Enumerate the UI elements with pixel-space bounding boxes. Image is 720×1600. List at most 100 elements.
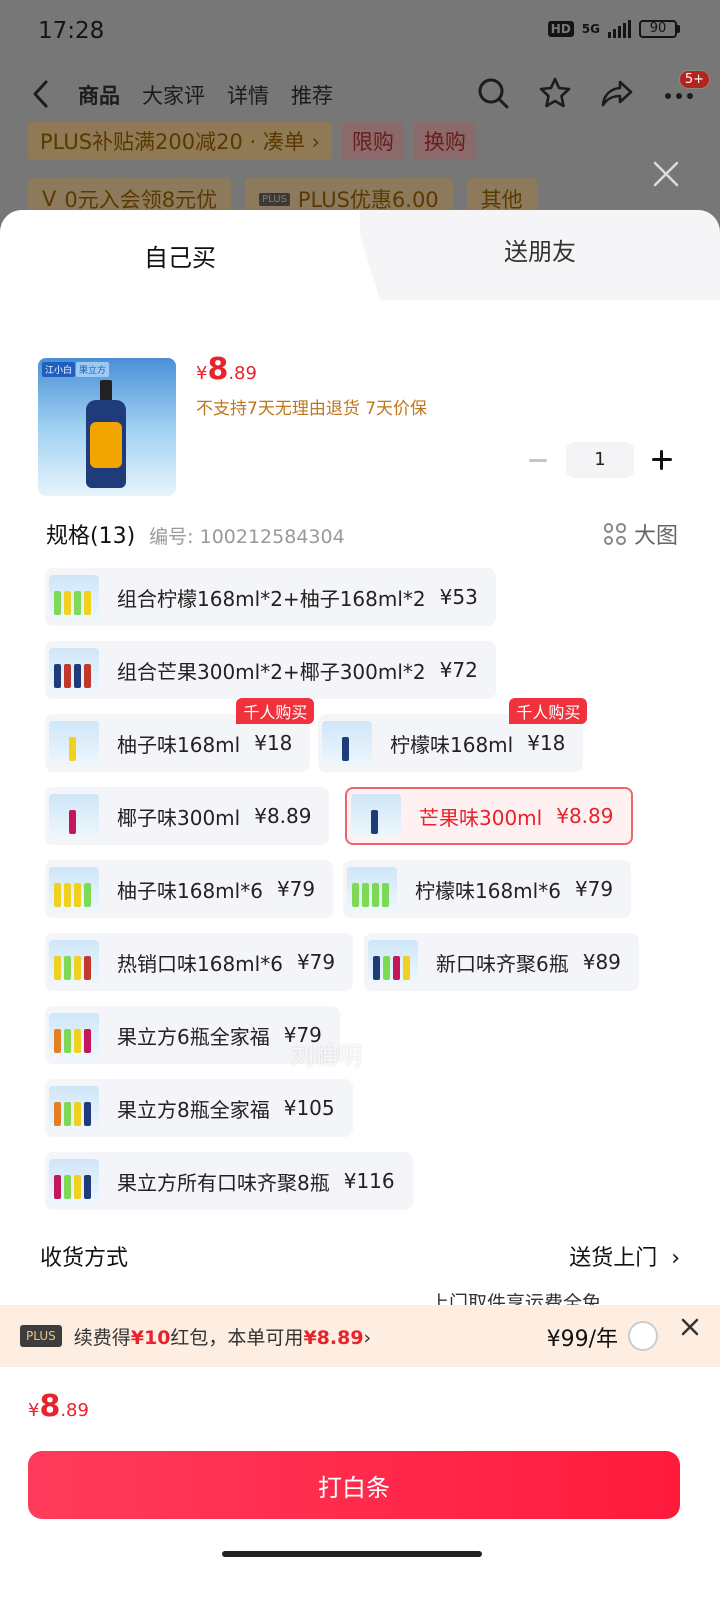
- signal-icon: [608, 20, 631, 38]
- option-thumbnail: [49, 940, 99, 984]
- option-price: ¥8.89: [556, 804, 614, 828]
- tab-product[interactable]: 商品: [78, 80, 120, 110]
- option-price: ¥116: [343, 1169, 395, 1193]
- big-image-toggle[interactable]: 大图: [603, 518, 678, 550]
- option-name: 柠檬味168ml: [390, 732, 514, 757]
- plus-radio[interactable]: [628, 1321, 658, 1351]
- pay-button[interactable]: 打白条: [28, 1451, 680, 1519]
- spec-option[interactable]: 芒果味300ml ¥8.89: [345, 787, 634, 845]
- hd-icon: HD: [547, 21, 574, 37]
- tab-send-friend[interactable]: 送朋友: [360, 210, 720, 288]
- nav-actions: 5+: [476, 70, 710, 110]
- spec-option[interactable]: 椰子味300ml ¥8.89: [45, 787, 330, 845]
- tab-reviews[interactable]: 大家评: [142, 80, 205, 110]
- spec-option[interactable]: 果立方8瓶全家福 ¥105: [45, 1079, 353, 1137]
- option-price: ¥105: [283, 1096, 335, 1120]
- option-price: ¥89: [582, 950, 621, 974]
- option-name: 柠檬味168ml*6: [415, 878, 561, 903]
- option-price: ¥53: [439, 585, 478, 609]
- option-name: 柚子味168ml: [117, 732, 241, 757]
- spec-option[interactable]: 柚子味168ml*6 ¥79: [45, 860, 334, 918]
- option-name: 新口味齐聚6瓶: [436, 951, 569, 976]
- spec-option[interactable]: 柠檬味168ml ¥18 千人购买: [318, 698, 588, 772]
- brand-logo: 江小白: [42, 362, 76, 377]
- promo-tag-exchange: 换购: [413, 122, 476, 160]
- checkout-bar: ¥8.89 打白条: [0, 1367, 720, 1600]
- plus-logo: PLUS: [20, 1325, 62, 1347]
- home-indicator[interactable]: [222, 1551, 482, 1557]
- battery-icon: 90: [639, 20, 680, 38]
- tab-details[interactable]: 详情: [227, 80, 269, 110]
- purchase-mode-tabs: 送朋友 自己买: [0, 210, 720, 300]
- close-icon[interactable]: [678, 1315, 702, 1339]
- option-name: 果立方所有口味齐聚8瓶: [117, 1170, 330, 1195]
- increase-button[interactable]: [648, 446, 676, 474]
- spec-option[interactable]: 组合芒果300ml*2+椰子300ml*2 ¥72: [45, 641, 496, 699]
- close-icon[interactable]: [652, 160, 680, 188]
- spec-option[interactable]: 柠檬味168ml*6 ¥79: [343, 860, 632, 918]
- return-policy: 不支持7天无理由退货 7天价保: [196, 399, 428, 419]
- v-icon: V: [42, 187, 57, 211]
- option-price: ¥79: [296, 950, 336, 974]
- decrease-button[interactable]: [524, 446, 552, 474]
- spec-header: 规格(13) 编号: 100212584304: [46, 518, 345, 550]
- notification-badge: 5+: [678, 70, 710, 89]
- status-bar: 17:28 HD 5G 90: [0, 0, 720, 64]
- option-price: ¥79: [574, 877, 614, 901]
- plus-price: ¥99/年: [546, 1327, 618, 1352]
- quantity-value[interactable]: 1: [566, 442, 634, 478]
- option-thumbnail: [49, 1159, 99, 1203]
- bottle-image: [86, 380, 126, 488]
- option-name: 组合柠檬168ml*2+柚子168ml*2: [117, 586, 426, 611]
- back-icon[interactable]: [28, 78, 56, 110]
- option-thumbnail: [49, 721, 99, 765]
- option-price: ¥72: [439, 658, 478, 682]
- grid-icon: [603, 523, 626, 545]
- option-thumbnail: [49, 575, 99, 619]
- option-price: ¥79: [276, 877, 316, 901]
- promo-tag-limit: 限购: [341, 122, 404, 160]
- plus-icon: PLUS: [259, 192, 290, 206]
- tab-buy-self[interactable]: 自己买: [0, 210, 360, 300]
- spec-option[interactable]: 组合柠檬168ml*2+柚子168ml*2 ¥53: [45, 568, 496, 626]
- spec-title: 规格(13): [46, 524, 136, 549]
- option-thumbnail: [347, 867, 397, 911]
- option-name: 柚子味168ml*6: [117, 878, 263, 903]
- option-price: ¥18: [254, 731, 293, 755]
- big-image-label: 大图: [633, 524, 678, 549]
- battery-level: 90: [639, 20, 677, 38]
- option-thumbnail: [351, 794, 401, 838]
- background-page: 17:28 HD 5G 90 商品 大家评 详情 推荐 5+ PLUS补贴满20…: [0, 0, 720, 230]
- shipping-row[interactable]: 收货方式 送货上门 ›: [40, 1240, 680, 1272]
- total-price: ¥8.89: [28, 1389, 89, 1424]
- option-name: 组合芒果300ml*2+椰子300ml*2: [117, 659, 426, 684]
- plus-banner[interactable]: PLUS 续费得¥10红包，本单可用¥8.89› ¥99/年: [0, 1305, 720, 1367]
- hot-badge: 千人购买: [509, 698, 588, 724]
- option-thumbnail: [322, 721, 372, 765]
- nav-tabs: 商品 大家评 详情 推荐: [78, 80, 333, 110]
- option-thumbnail: [49, 867, 99, 911]
- option-name: 椰子味300ml: [117, 805, 241, 830]
- spec-option[interactable]: 果立方所有口味齐聚8瓶 ¥116: [45, 1152, 413, 1210]
- status-time: 17:28: [38, 18, 105, 44]
- tab-recommend[interactable]: 推荐: [291, 80, 333, 110]
- option-price: ¥18: [527, 731, 566, 755]
- network-type: 5G: [581, 22, 600, 36]
- spec-option[interactable]: 热销口味168ml*6 ¥79: [45, 933, 354, 991]
- product-image[interactable]: 江小白 果立方: [38, 358, 176, 496]
- promo-plus-subsidy[interactable]: PLUS补贴满200减20 · 凑单 ›: [28, 122, 332, 160]
- option-name: 果立方6瓶全家福: [117, 1024, 270, 1049]
- quantity-stepper: 1: [524, 442, 676, 478]
- spec-option[interactable]: 新口味齐聚6瓶 ¥89: [364, 933, 639, 991]
- hot-badge: 千人购买: [236, 698, 315, 724]
- watermark: 刘柏明: [290, 1042, 362, 1070]
- option-name: 果立方8瓶全家福: [117, 1097, 270, 1122]
- promo-row: PLUS补贴满200减20 · 凑单 › 限购 换购: [28, 122, 476, 160]
- spec-option[interactable]: 柚子味168ml ¥18 千人购买: [45, 698, 315, 772]
- option-thumbnail: [49, 648, 99, 692]
- search-icon[interactable]: [476, 76, 510, 110]
- more-menu[interactable]: 5+: [662, 70, 710, 110]
- product-price: ¥8.89: [196, 352, 257, 387]
- share-icon[interactable]: [600, 76, 634, 110]
- star-icon[interactable]: [538, 76, 572, 110]
